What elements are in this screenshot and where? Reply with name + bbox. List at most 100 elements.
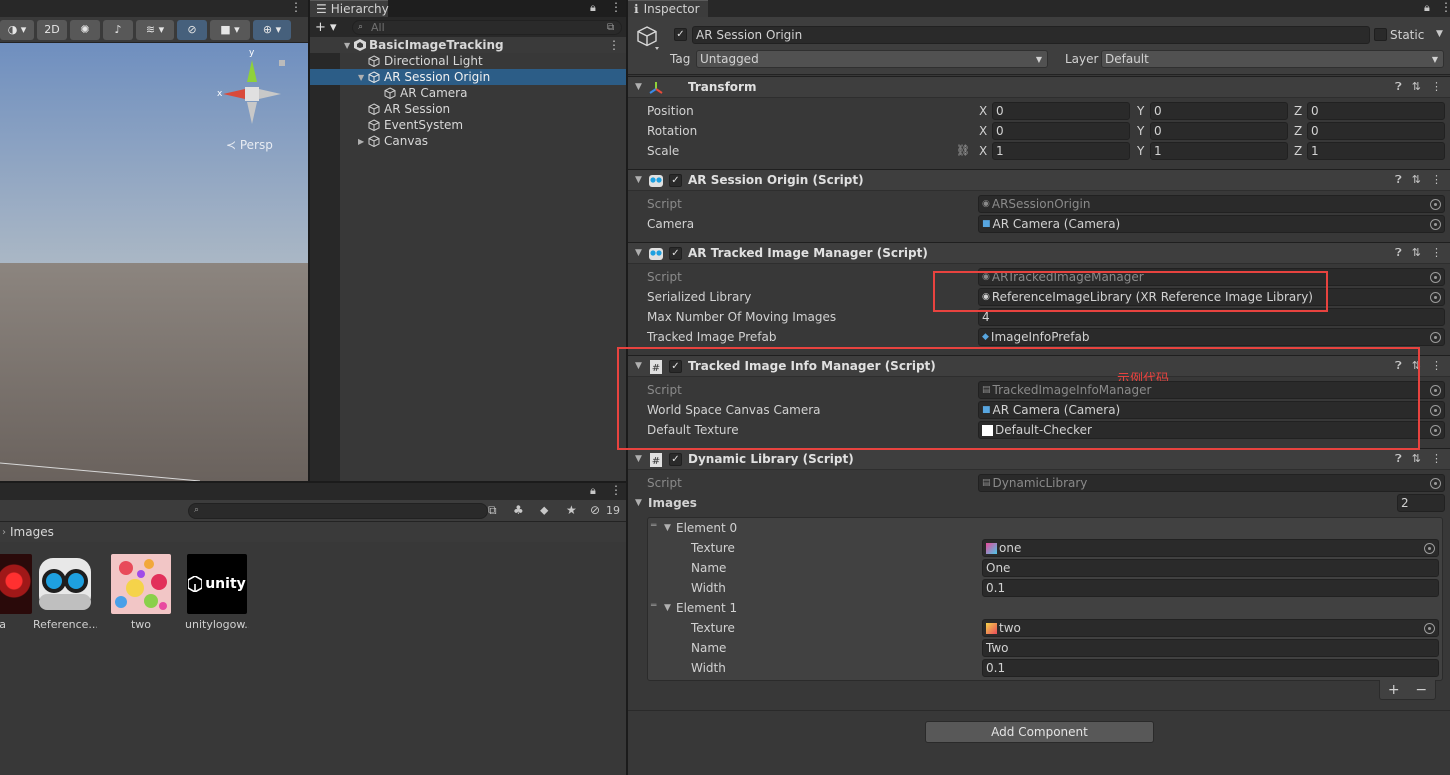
element-width-field[interactable]: 0.1 — [982, 579, 1439, 597]
hidden-objects-toggle[interactable]: ⊘ — [177, 19, 207, 40]
scale-y-field[interactable]: 1 — [1150, 142, 1288, 160]
tab-inspector[interactable]: ℹ Inspector — [628, 0, 708, 17]
object-name-field[interactable]: AR Session Origin — [692, 26, 1370, 44]
gameobject-large-icon[interactable] — [636, 25, 660, 51]
object-picker-icon[interactable] — [1430, 219, 1441, 230]
fold-arrow-icon[interactable]: ▼ — [664, 523, 671, 533]
expand-arrow-icon[interactable]: ▼ — [358, 73, 368, 82]
fold-arrow-icon[interactable]: ▼ — [635, 498, 642, 508]
hierarchy-item-canvas[interactable]: ▶ Canvas — [310, 133, 626, 149]
hierarchy-item-ar-session-origin[interactable]: ▼ AR Session Origin — [310, 69, 626, 85]
presets-icon[interactable]: ⇅ — [1412, 80, 1421, 94]
toggle-2d-button[interactable]: 2D — [37, 19, 67, 40]
presets-icon[interactable]: ⇅ — [1412, 452, 1421, 466]
perspective-label[interactable]: ≺ Persp — [226, 138, 273, 152]
hierarchy-item-eventsystem[interactable]: EventSystem — [310, 117, 626, 133]
position-y-field[interactable]: 0 — [1150, 102, 1288, 120]
orientation-gizmo[interactable]: y x — [215, 48, 290, 132]
dynamic-library-header[interactable]: ▼ # ✓ Dynamic Library (Script) ❓︎ ⇅ ⋮ — [628, 448, 1450, 470]
lock-icon[interactable]: 🔒︎ — [590, 1, 596, 15]
asset-item[interactable]: Reference... — [33, 554, 97, 631]
scale-x-field[interactable]: 1 — [992, 142, 1130, 160]
lock-icon[interactable]: 🔒︎ — [590, 484, 596, 498]
remove-element-button[interactable]: − — [1415, 682, 1427, 698]
object-picker-icon[interactable] — [1430, 292, 1441, 303]
object-picker-icon[interactable] — [1430, 478, 1441, 489]
element-texture-field[interactable]: one — [982, 539, 1439, 557]
fold-arrow-icon[interactable]: ▼ — [635, 454, 642, 464]
element-name-field[interactable]: One — [982, 559, 1439, 577]
object-picker-icon[interactable] — [1430, 425, 1441, 436]
help-icon[interactable]: ❓︎ — [1395, 452, 1402, 466]
favorite-star-icon[interactable]: ★ — [566, 503, 577, 517]
object-picker-icon[interactable] — [1430, 272, 1441, 283]
filter-type-icon[interactable]: ♣ — [513, 503, 524, 517]
asset-item[interactable]: ia — [0, 554, 34, 631]
draw-mode-dropdown[interactable]: ◑ ▾ — [0, 19, 34, 40]
add-component-button[interactable]: Add Component — [925, 721, 1154, 743]
component-menu-icon[interactable]: ⋮ — [1431, 173, 1442, 187]
component-menu-icon[interactable]: ⋮ — [1431, 452, 1442, 466]
object-picker-icon[interactable] — [1430, 332, 1441, 343]
camera-field[interactable]: ■ AR Camera (Camera) — [978, 215, 1445, 233]
scale-z-field[interactable]: 1 — [1307, 142, 1445, 160]
position-x-field[interactable]: 0 — [992, 102, 1130, 120]
fold-arrow-icon[interactable]: ▼ — [635, 175, 642, 185]
object-picker-icon[interactable] — [1430, 199, 1441, 210]
layer-dropdown[interactable]: Default ▼ — [1101, 50, 1444, 68]
help-icon[interactable]: ❓︎ — [1395, 173, 1402, 187]
object-picker-icon[interactable] — [1424, 623, 1435, 634]
presets-icon[interactable]: ⇅ — [1412, 246, 1421, 260]
static-checkbox[interactable] — [1374, 28, 1387, 41]
lock-icon[interactable]: 🔒︎ — [1424, 1, 1430, 15]
hierarchy-item-ar-session[interactable]: AR Session — [310, 101, 626, 117]
constrain-proportions-icon[interactable]: ⛓︎ — [956, 144, 970, 157]
effects-dropdown[interactable]: ≋ ▾ — [136, 19, 174, 40]
tab-hierarchy[interactable]: ☰ Hierarchy — [310, 0, 389, 17]
help-icon[interactable]: ❓︎ — [1395, 80, 1402, 94]
help-icon[interactable]: ❓︎ — [1395, 246, 1402, 260]
object-picker-icon[interactable] — [1424, 543, 1435, 554]
fold-arrow-icon[interactable]: ▼ — [664, 603, 671, 613]
fold-arrow-icon[interactable]: ▼ — [635, 248, 642, 258]
add-element-button[interactable]: + — [1388, 682, 1400, 698]
position-z-field[interactable]: 0 — [1307, 102, 1445, 120]
element-texture-field[interactable]: two — [982, 619, 1439, 637]
asset-item[interactable]: two — [109, 554, 173, 631]
rotation-z-field[interactable]: 0 — [1307, 122, 1445, 140]
object-picker-icon[interactable] — [1430, 405, 1441, 416]
search-by-type-icon[interactable]: ⧉ — [488, 503, 497, 518]
drag-handle-icon[interactable]: ═ — [651, 521, 656, 531]
static-dropdown-icon[interactable]: ▼ — [1436, 29, 1443, 39]
component-menu-icon[interactable]: ⋮ — [1431, 246, 1442, 260]
rotation-y-field[interactable]: 0 — [1150, 122, 1288, 140]
hidden-packages-icon[interactable]: ⊘ — [590, 503, 600, 517]
scene-menu-icon[interactable]: ⋮ — [608, 38, 620, 52]
lighting-toggle[interactable]: ✺ — [70, 19, 100, 40]
enabled-checkbox[interactable]: ✓ — [669, 247, 682, 260]
project-search-input[interactable]: ⌕ — [188, 503, 488, 519]
rotation-x-field[interactable]: 0 — [992, 122, 1130, 140]
images-size-field[interactable]: 2 — [1397, 494, 1445, 512]
hierarchy-scene-row[interactable]: ▼ BasicImageTracking ⋮ — [310, 37, 626, 53]
hierarchy-add-button[interactable]: + ▾ — [315, 20, 337, 35]
enabled-checkbox[interactable]: ✓ — [669, 174, 682, 187]
hierarchy-search-input[interactable]: ⌕ All ⧉ — [352, 20, 622, 35]
tracked-image-prefab-field[interactable]: ◆ ImageInfoPrefab — [978, 328, 1445, 346]
ar-session-origin-header[interactable]: ▼ ✓ AR Session Origin (Script) ❓︎ ⇅ ⋮ — [628, 169, 1450, 191]
expand-arrow-icon[interactable]: ▼ — [344, 41, 354, 50]
project-menu-icon[interactable]: ⋮ — [610, 483, 622, 497]
asset-item[interactable]: unity unitylogow... — [185, 554, 249, 631]
fold-arrow-icon[interactable]: ▼ — [635, 82, 642, 92]
hierarchy-menu-icon[interactable]: ⋮ — [610, 0, 622, 14]
presets-icon[interactable]: ⇅ — [1412, 173, 1421, 187]
ar-tracked-image-manager-header[interactable]: ▼ ✓ AR Tracked Image Manager (Script) ❓︎… — [628, 242, 1450, 264]
active-checkbox[interactable]: ✓ — [674, 28, 687, 41]
camera-dropdown[interactable]: ■ ▾ — [210, 19, 250, 40]
search-type-icon[interactable]: ⧉ — [607, 21, 614, 34]
audio-toggle[interactable]: ♪ — [103, 19, 133, 40]
enabled-checkbox[interactable]: ✓ — [669, 453, 682, 466]
label-filter-icon[interactable]: ⬥ — [540, 503, 548, 518]
drag-handle-icon[interactable]: ═ — [651, 601, 656, 611]
component-menu-icon[interactable]: ⋮ — [1431, 359, 1442, 373]
